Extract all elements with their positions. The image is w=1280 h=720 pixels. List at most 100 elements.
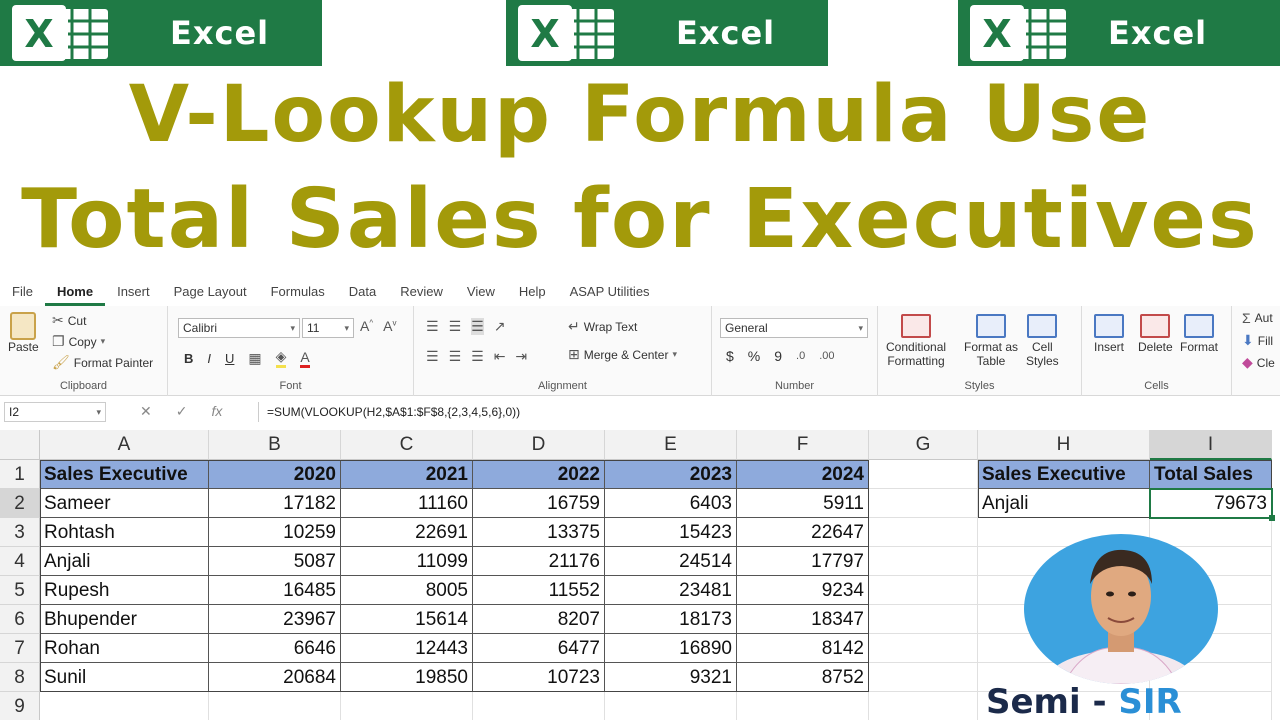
cell-styles-button[interactable]: Cell Styles [1026, 314, 1059, 368]
format-painter-button[interactable]: 🖌 Format Painter [52, 354, 153, 371]
conditional-formatting-button[interactable]: Conditional Formatting [886, 314, 946, 368]
table-cell[interactable]: Sunil [40, 663, 209, 692]
italic-button[interactable]: I [207, 351, 211, 366]
table-header-cell[interactable]: 2021 [341, 460, 473, 489]
cell[interactable] [869, 605, 978, 634]
column-header-d[interactable]: D [473, 430, 605, 460]
table-cell[interactable]: 8142 [737, 634, 869, 663]
column-header-b[interactable]: B [209, 430, 341, 460]
decrease-indent-icon[interactable]: ⇤ [494, 348, 506, 365]
table-cell[interactable]: 22691 [341, 518, 473, 547]
cell[interactable] [341, 692, 473, 720]
percent-button[interactable]: % [748, 348, 760, 364]
table-cell[interactable]: 18347 [737, 605, 869, 634]
table-cell[interactable]: 18173 [605, 605, 737, 634]
table-cell[interactable]: 22647 [737, 518, 869, 547]
tab-help[interactable]: Help [507, 280, 558, 306]
tab-home[interactable]: Home [44, 280, 106, 306]
table-header-cell[interactable]: 2023 [605, 460, 737, 489]
table-cell[interactable]: 23481 [605, 576, 737, 605]
delete-cells-button[interactable]: Delete [1138, 314, 1173, 354]
row-header-1[interactable]: 1 [0, 460, 40, 489]
table-cell[interactable]: 20684 [209, 663, 341, 692]
table-cell[interactable]: 10259 [209, 518, 341, 547]
cell[interactable] [869, 489, 978, 518]
table-cell[interactable]: 6477 [473, 634, 605, 663]
table-cell[interactable]: 13375 [473, 518, 605, 547]
table-cell[interactable]: Sameer [40, 489, 209, 518]
column-header-h[interactable]: H [978, 430, 1150, 460]
cell[interactable] [869, 547, 978, 576]
table-header-cell[interactable]: Sales Executive [40, 460, 209, 489]
table-cell[interactable]: 9234 [737, 576, 869, 605]
table-cell[interactable]: Anjali [40, 547, 209, 576]
borders-icon[interactable]: ▦ [248, 350, 261, 367]
tab-insert[interactable]: Insert [105, 280, 162, 306]
align-center-icon[interactable]: ☰ [449, 348, 462, 365]
increase-font-icon[interactable]: A^ [360, 318, 373, 334]
row-header-5[interactable]: 5 [0, 576, 40, 605]
table-cell[interactable]: 17182 [209, 489, 341, 518]
column-header-a[interactable]: A [40, 430, 209, 460]
align-middle-icon[interactable]: ☰ [449, 318, 462, 335]
formula-input[interactable]: =SUM(VLOOKUP(H2,$A$1:$F$8,{2,3,4,5,6},0)… [258, 402, 1280, 422]
tab-file[interactable]: File [0, 280, 45, 306]
table-cell[interactable]: 11099 [341, 547, 473, 576]
column-header-f[interactable]: F [737, 430, 869, 460]
cut-button[interactable]: ✂ Cut [52, 312, 86, 329]
tab-view[interactable]: View [455, 280, 507, 306]
row-header-6[interactable]: 6 [0, 605, 40, 634]
increase-decimal-icon[interactable]: .0 [796, 350, 805, 362]
table-cell[interactable]: 19850 [341, 663, 473, 692]
table-cell[interactable]: 8207 [473, 605, 605, 634]
table-cell[interactable]: 6646 [209, 634, 341, 663]
orientation-icon[interactable]: ↗ [494, 318, 506, 335]
lookup-total-cell[interactable]: 79673 [1150, 489, 1272, 518]
cancel-icon[interactable]: ✕ [140, 403, 152, 420]
table-cell[interactable]: Rohtash [40, 518, 209, 547]
fill-button[interactable]: ⬇ Fill [1242, 332, 1273, 349]
table-cell[interactable]: 15614 [341, 605, 473, 634]
table-cell[interactable]: 11552 [473, 576, 605, 605]
insert-cells-button[interactable]: Insert [1094, 314, 1124, 354]
row-header-7[interactable]: 7 [0, 634, 40, 663]
autosum-button[interactable]: Σ Aut [1242, 310, 1273, 326]
table-cell[interactable]: 16485 [209, 576, 341, 605]
cell[interactable] [869, 576, 978, 605]
table-cell[interactable]: Bhupender [40, 605, 209, 634]
cell[interactable] [737, 692, 869, 720]
table-cell[interactable]: 12443 [341, 634, 473, 663]
cell[interactable] [869, 634, 978, 663]
format-cells-button[interactable]: Format [1180, 314, 1218, 354]
row-header-8[interactable]: 8 [0, 663, 40, 692]
table-cell[interactable]: 15423 [605, 518, 737, 547]
table-cell[interactable]: 17797 [737, 547, 869, 576]
row-header-4[interactable]: 4 [0, 547, 40, 576]
table-header-cell[interactable]: 2022 [473, 460, 605, 489]
align-bottom-icon[interactable]: ☰ [471, 318, 484, 335]
row-header-9[interactable]: 9 [0, 692, 40, 720]
table-cell[interactable]: 10723 [473, 663, 605, 692]
table-cell[interactable]: 11160 [341, 489, 473, 518]
lookup-header-cell[interactable]: Sales Executive [978, 460, 1150, 489]
table-cell[interactable]: 5911 [737, 489, 869, 518]
table-cell[interactable]: 5087 [209, 547, 341, 576]
tab-asap-utilities[interactable]: ASAP Utilities [558, 280, 662, 306]
font-size-select[interactable]: 11 ▾ [302, 318, 354, 338]
row-header-2[interactable]: 2 [0, 489, 40, 518]
tab-data[interactable]: Data [337, 280, 388, 306]
table-cell[interactable]: 8005 [341, 576, 473, 605]
cell[interactable] [869, 663, 978, 692]
column-header-e[interactable]: E [605, 430, 737, 460]
font-name-select[interactable]: Calibri ▾ [178, 318, 300, 338]
cell[interactable] [869, 460, 978, 489]
select-all-corner[interactable] [0, 430, 40, 460]
cell[interactable] [605, 692, 737, 720]
tab-review[interactable]: Review [388, 280, 455, 306]
tab-formulas[interactable]: Formulas [259, 280, 337, 306]
align-left-icon[interactable]: ☰ [426, 348, 439, 365]
lookup-name-cell[interactable]: Anjali [978, 489, 1150, 518]
merge-center-button[interactable]: ⊞ Merge & Center ▾ [568, 346, 677, 363]
fill-handle[interactable] [1269, 515, 1275, 521]
table-cell[interactable]: 16759 [473, 489, 605, 518]
